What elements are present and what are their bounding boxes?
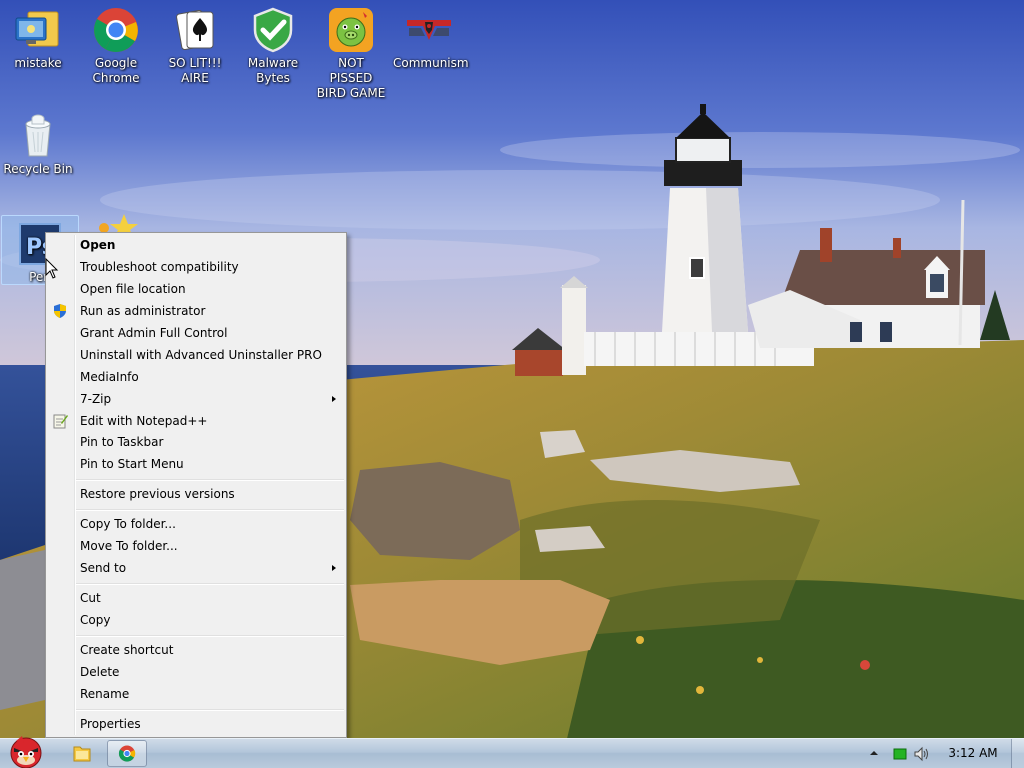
shield-check-icon (249, 6, 297, 54)
menu-separator (76, 509, 344, 511)
menu-item-cut[interactable]: Cut (48, 587, 344, 609)
start-button[interactable] (2, 733, 48, 768)
desktop-icon-label: Recycle Bin (3, 162, 73, 176)
menu-item-label: Cut (80, 591, 101, 605)
menu-item-create-shortcut[interactable]: Create shortcut (48, 639, 344, 661)
menu-item-label: MediaInfo (80, 370, 139, 384)
menu-item-label: Copy To folder... (80, 517, 176, 531)
menu-item-label: Pin to Start Menu (80, 457, 184, 471)
menu-item-mediainfo[interactable]: MediaInfo (48, 366, 344, 388)
menu-separator (76, 479, 344, 481)
volume-icon (914, 746, 928, 762)
submenu-arrow-icon (332, 396, 336, 402)
desktop[interactable]: mistake Google Chrome SO LIT!!! AIRE Mal… (0, 0, 1024, 768)
menu-item-open-file-location[interactable]: Open file location (48, 278, 344, 300)
menu-item-label: Delete (80, 665, 120, 679)
menu-item-pin-to-start-menu[interactable]: Pin to Start Menu (48, 453, 344, 475)
menu-item-label: Properties (80, 717, 141, 731)
desktop-icon-mistake[interactable]: mistake (0, 0, 76, 71)
taskbar-chrome-button[interactable] (107, 740, 147, 767)
menu-item-edit-with-notepad-plus[interactable]: Edit with Notepad++ (48, 410, 344, 432)
submenu-arrow-icon (332, 565, 336, 571)
menu-item-send-to[interactable]: Send to (48, 557, 344, 579)
taskbar: 3:12 AM (0, 736, 1024, 768)
menu-item-7zip[interactable]: 7-Zip (48, 388, 344, 410)
notepad-plus-icon (52, 413, 68, 429)
show-hidden-icons-button[interactable] (868, 747, 880, 759)
desktop-icon-solitaire[interactable]: SO LIT!!! AIRE (157, 0, 233, 86)
menu-item-uninstall-advanced-uninstaller[interactable]: Uninstall with Advanced Uninstaller PRO (48, 344, 344, 366)
menu-item-label: Open (80, 238, 116, 252)
menu-item-troubleshoot-compatibility[interactable]: Troubleshoot compatibility (48, 256, 344, 278)
emblem-icon (405, 6, 453, 54)
menu-item-restore-previous-versions[interactable]: Restore previous versions (48, 483, 344, 505)
uac-shield-icon (52, 303, 68, 319)
menu-separator (76, 635, 344, 637)
menu-item-run-as-administrator[interactable]: Run as administrator (48, 300, 344, 322)
volume-tray-button[interactable] (913, 746, 931, 762)
show-desktop-button[interactable] (1011, 739, 1024, 768)
taskbar-clock[interactable]: 3:12 AM (948, 739, 998, 768)
menu-item-label: Pin to Taskbar (80, 435, 164, 449)
desktop-icon-label: SO LIT!!! AIRE (168, 56, 222, 85)
menu-item-label: Run as administrator (80, 304, 206, 318)
menu-item-copy[interactable]: Copy (48, 609, 344, 631)
desktop-icon-label: Communism (393, 56, 469, 70)
desktop-icon-label: NOT PISSED BIRD GAME (316, 56, 386, 100)
menu-item-label: Troubleshoot compatibility (80, 260, 239, 274)
desktop-icon-pig-game[interactable]: NOT PISSED BIRD GAME (313, 0, 389, 101)
menu-item-label: Move To folder... (80, 539, 178, 553)
taskbar-explorer-button[interactable] (62, 740, 102, 767)
desktop-icon-label: Google Chrome (92, 56, 140, 85)
menu-item-label: Edit with Notepad++ (80, 414, 208, 428)
menu-item-rename[interactable]: Rename (48, 683, 344, 705)
menu-separator (76, 583, 344, 585)
menu-item-properties[interactable]: Properties (48, 713, 344, 735)
playing-card-icon (171, 6, 219, 54)
menu-item-label: Open file location (80, 282, 186, 296)
menu-item-label: Restore previous versions (80, 487, 235, 501)
desktop-icon-recycle-bin[interactable]: Recycle Bin (0, 106, 76, 177)
menu-item-pin-to-taskbar[interactable]: Pin to Taskbar (48, 431, 344, 453)
desktop-icon-communism[interactable]: Communism (391, 0, 469, 71)
menu-item-label: Create shortcut (80, 643, 174, 657)
network-tray-button[interactable] (892, 746, 908, 762)
desktop-icon-malwarebytes[interactable]: Malware Bytes (235, 0, 311, 86)
menu-item-label: Uninstall with Advanced Uninstaller PRO (80, 348, 322, 362)
menu-item-label: Grant Admin Full Control (80, 326, 228, 340)
menu-item-label: Rename (80, 687, 130, 701)
desktop-icon-label: Malware Bytes (247, 56, 299, 85)
mouse-pointer-icon (45, 257, 59, 280)
monitor-folder-icon (14, 6, 62, 54)
green-pig-icon (327, 6, 375, 54)
menu-item-move-to-folder[interactable]: Move To folder... (48, 535, 344, 557)
menu-item-open[interactable]: Open (48, 234, 344, 256)
desktop-icon-google-chrome[interactable]: Google Chrome (78, 0, 154, 86)
menu-item-label: Send to (80, 561, 127, 575)
chevron-up-icon (870, 751, 878, 755)
network-icon (893, 748, 907, 760)
menu-item-label: Copy (80, 613, 111, 627)
context-menu: Open Troubleshoot compatibility Open fil… (45, 232, 347, 738)
menu-separator (76, 709, 344, 711)
star-icon (98, 212, 138, 234)
chrome-icon (118, 745, 136, 762)
angry-bird-orb-icon (10, 736, 42, 768)
menu-item-label: 7-Zip (80, 392, 112, 406)
menu-item-grant-admin-full-control[interactable]: Grant Admin Full Control (48, 322, 344, 344)
chrome-icon (92, 6, 140, 54)
recycle-bin-icon (14, 112, 62, 160)
menu-item-copy-to-folder[interactable]: Copy To folder... (48, 513, 344, 535)
folder-icon (73, 746, 91, 762)
menu-item-delete[interactable]: Delete (48, 661, 344, 683)
desktop-icon-label: mistake (14, 56, 62, 70)
